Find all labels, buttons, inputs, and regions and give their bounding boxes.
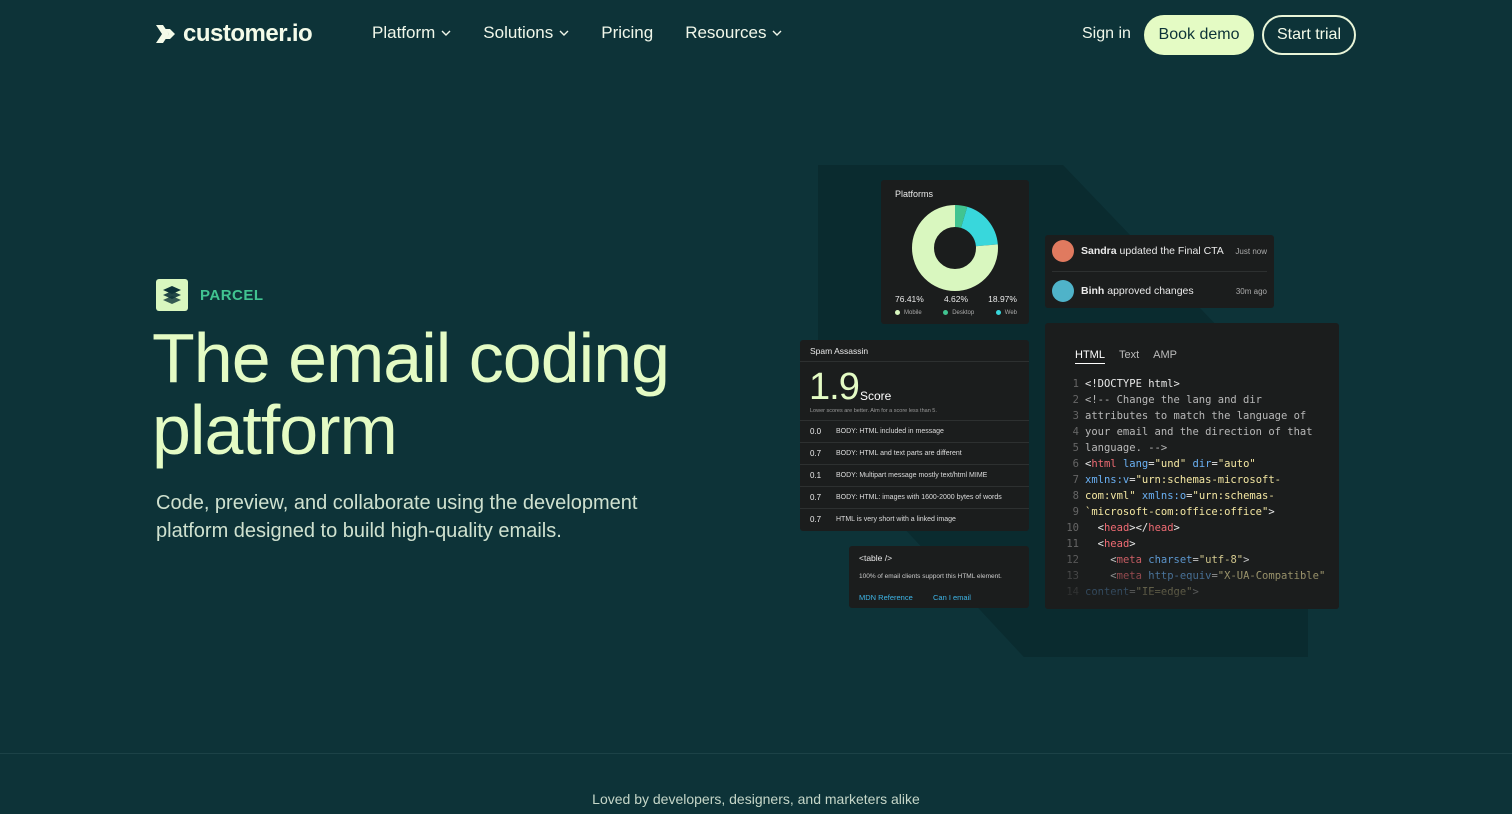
hero-title-line-1: The email coding [152, 319, 670, 397]
spam-rule-row: 0.0 BODY: HTML included in message [800, 420, 1029, 442]
rule-score: 0.0 [810, 427, 822, 436]
spam-score: 1.9 [809, 366, 860, 408]
tab-text[interactable]: Text [1119, 349, 1139, 364]
reference-tag: <table /> [859, 553, 893, 563]
rule-text: BODY: Multipart message mostly text/html… [836, 472, 988, 479]
activity-item: Binh approved changes 30m ago [1052, 280, 1267, 302]
web-percentage: 18.97% [988, 294, 1017, 304]
nav-item-label: Resources [685, 23, 767, 42]
mobile-percentage: 76.41% [895, 294, 924, 304]
section-divider [0, 753, 1512, 754]
tab-html[interactable]: HTML [1075, 349, 1105, 364]
rule-text: BODY: HTML: images with 1600-2000 bytes … [836, 494, 1002, 501]
spam-rule-row: 0.1 BODY: Multipart message mostly text/h… [800, 464, 1029, 486]
brand-name: customer.io [183, 20, 313, 47]
hero-title-line-2: platform [152, 391, 398, 469]
layers-icon [163, 286, 181, 304]
code-editor-card: HTML Text AMP 1 <!DOCTYPE html> 2 <!-- Cha… [1045, 323, 1339, 609]
platforms-donut-chart [912, 205, 998, 291]
legend-desktop: Desktop [943, 310, 974, 316]
mdn-reference-link[interactable]: MDN Reference [859, 593, 913, 602]
spam-score-label: Score [860, 389, 892, 403]
divider [800, 361, 1029, 362]
customer-io-logo-icon [156, 25, 175, 43]
hero-title: The email coding platform [152, 322, 772, 466]
reference-description: 100% of email clients support this HTML … [859, 573, 1002, 580]
avatar [1052, 280, 1074, 302]
chevron-down-icon [559, 30, 569, 36]
platforms-legend: Mobile Desktop Web [895, 310, 1017, 316]
spam-score-note: Lower scores are better. Aim for a score… [810, 408, 937, 414]
legend-mobile: Mobile [895, 310, 922, 316]
activity-card: Sandra updated the Final CTA Just now Bi… [1045, 235, 1274, 308]
spam-title: Spam Assassin [810, 346, 869, 356]
platforms-card: Platforms 76.41% 4.62% 18.97% Mobile Des… [881, 180, 1029, 324]
activity-time: 30m ago [1235, 286, 1267, 296]
rule-text: BODY: HTML and text parts are different [836, 450, 962, 457]
tab-amp[interactable]: AMP [1153, 349, 1177, 364]
nav-item-label: Platform [372, 23, 436, 42]
rule-score: 0.1 [810, 471, 822, 480]
social-proof-heading: Loved by developers, designers, and mark… [592, 791, 920, 807]
divider [1052, 271, 1267, 272]
start-trial-button[interactable]: Start trial [1262, 15, 1356, 55]
rule-score: 0.7 [810, 449, 822, 458]
nav-item-platform[interactable]: Platform [372, 23, 451, 43]
avatar [1052, 240, 1074, 262]
parcel-icon [156, 279, 188, 311]
activity-time: Just now [1235, 246, 1267, 256]
spam-assassin-card: Spam Assassin 1.9 Score Lower scores are… [800, 340, 1029, 531]
platforms-title: Platforms [895, 189, 934, 199]
top-navigation: customer.io Platform Solutions Pricing R… [0, 0, 1512, 70]
product-eyebrow: PARCEL [200, 287, 264, 304]
spam-rule-row: 0.7 BODY: HTML: images with 1600-2000 byt… [800, 486, 1029, 508]
book-demo-button[interactable]: Book demo [1144, 15, 1254, 55]
nav-item-pricing[interactable]: Pricing [601, 23, 653, 43]
rule-score: 0.7 [810, 515, 822, 524]
nav-item-label: Pricing [601, 23, 654, 42]
platforms-percentages: 76.41% 4.62% 18.97% [895, 294, 1017, 304]
desktop-percentage: 4.62% [943, 294, 969, 304]
rule-text: HTML is very short with a linked image [836, 516, 956, 523]
activity-action: updated the Final CTA [1116, 245, 1224, 257]
brand-logo[interactable]: customer.io [155, 20, 313, 48]
chevron-down-icon [441, 30, 451, 36]
spam-rule-row: 0.7 BODY: HTML and text parts are differe… [800, 442, 1029, 464]
rule-text: BODY: HTML included in message [836, 428, 944, 435]
html-reference-card: <table /> 100% of email clients support … [849, 546, 1029, 608]
legend-web: Web [996, 310, 1017, 316]
chevron-down-icon [772, 30, 782, 36]
can-i-email-link[interactable]: Can I email [933, 593, 971, 602]
nav-item-resources[interactable]: Resources [685, 23, 782, 43]
nav-item-solutions[interactable]: Solutions [483, 23, 569, 43]
spam-rule-row: 0.7 HTML is very short with a linked imag… [800, 508, 1029, 530]
activity-action: approved changes [1104, 285, 1194, 297]
rule-score: 0.7 [810, 493, 822, 502]
activity-item: Sandra updated the Final CTA Just now [1052, 240, 1267, 262]
hero-subtitle: Code, preview, and collaborate using the… [156, 492, 638, 542]
activity-user: Binh [1081, 285, 1105, 297]
nav-links: Platform Solutions Pricing Resources [372, 23, 814, 43]
activity-user: Sandra [1081, 245, 1117, 257]
code-fade-overlay [1045, 549, 1339, 609]
code-tabs: HTML Text AMP [1075, 349, 1177, 364]
nav-item-label: Solutions [483, 23, 554, 42]
sign-in-link[interactable]: Sign in [1082, 25, 1131, 43]
